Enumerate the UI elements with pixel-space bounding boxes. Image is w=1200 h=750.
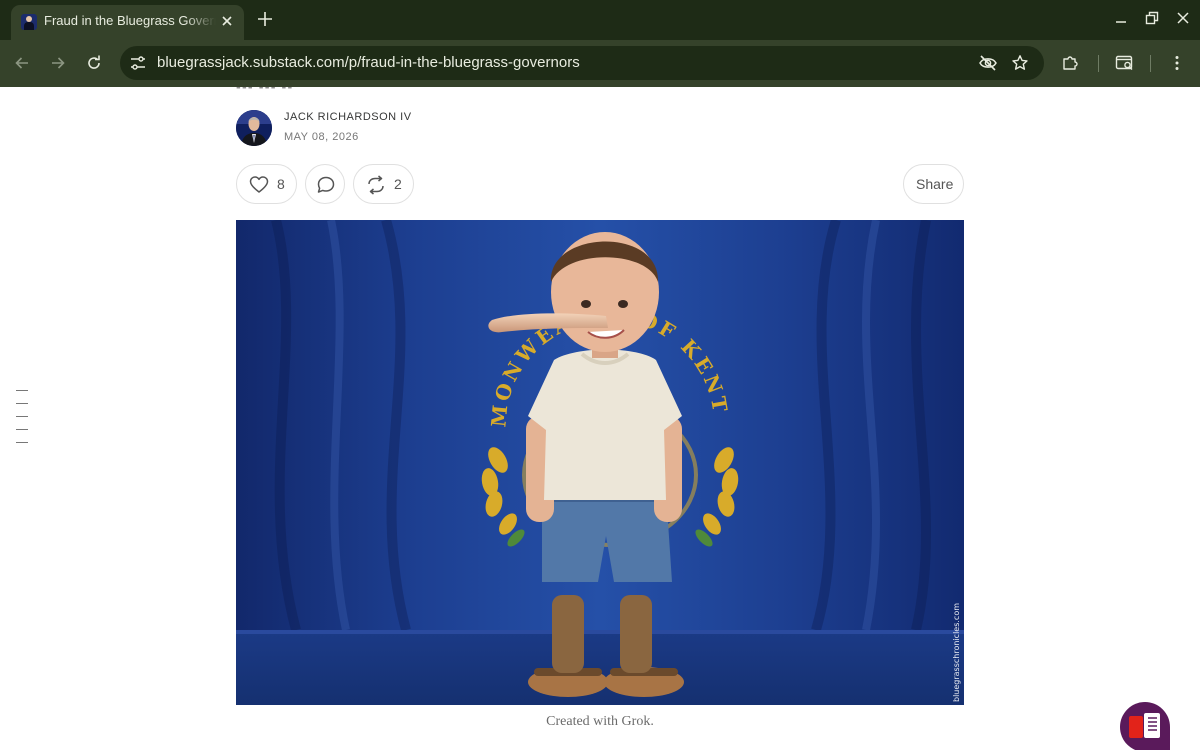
cut-off-subtitle: ▪▪▪ ▪▪▪ ▪▪ bbox=[236, 87, 293, 94]
page-content: ▪▪▪ ▪▪▪ ▪▪ JACK RICHARDSON IV MAY 08, 20… bbox=[0, 87, 1200, 750]
restore-icon[interactable] bbox=[1143, 9, 1161, 27]
share-button[interactable]: Share bbox=[903, 164, 964, 204]
reload-icon[interactable] bbox=[85, 54, 103, 72]
image-caption: Created with Grok. bbox=[546, 714, 654, 729]
share-label: Share bbox=[916, 176, 954, 192]
menu-icon[interactable] bbox=[1168, 54, 1186, 72]
tab-title: Fraud in the Bluegrass Governors bbox=[44, 13, 216, 28]
substack-reader-icon[interactable] bbox=[1120, 702, 1170, 750]
comment-icon bbox=[317, 176, 335, 193]
new-tab-icon[interactable] bbox=[255, 9, 275, 29]
favicon-icon bbox=[21, 14, 37, 30]
minimize-icon[interactable] bbox=[1112, 9, 1130, 27]
like-button[interactable]: 8 bbox=[236, 164, 297, 204]
back-icon[interactable] bbox=[13, 54, 31, 72]
tab-close-icon[interactable] bbox=[218, 12, 236, 30]
url-text[interactable]: bluegrassjack.substack.com/p/fraud-in-th… bbox=[157, 54, 580, 71]
comment-button[interactable] bbox=[305, 164, 345, 204]
extensions-icon[interactable] bbox=[1061, 54, 1079, 72]
restack-count: 2 bbox=[394, 176, 402, 192]
tab-strip: Fraud in the Bluegrass Governors bbox=[0, 0, 1200, 40]
restack-icon bbox=[368, 175, 384, 195]
post-date: MAY 08, 2026 bbox=[284, 131, 359, 143]
restack-button[interactable]: 2 bbox=[353, 164, 414, 204]
star-icon[interactable] bbox=[1011, 54, 1029, 72]
reading-mode-icon[interactable] bbox=[1115, 54, 1133, 72]
browser-tab[interactable]: Fraud in the Bluegrass Governors bbox=[11, 5, 244, 40]
heart-icon bbox=[249, 176, 269, 193]
address-bar[interactable]: bluegrassjack.substack.com/p/fraud-in-th… bbox=[120, 46, 1044, 80]
image-watermark: bluegrasschronicles.com bbox=[952, 603, 961, 702]
table-of-contents-icon[interactable] bbox=[16, 390, 28, 455]
like-count: 8 bbox=[277, 176, 285, 192]
author-name[interactable]: JACK RICHARDSON IV bbox=[284, 111, 412, 123]
toolbar-separator bbox=[1150, 55, 1151, 72]
eye-off-icon[interactable] bbox=[978, 54, 997, 72]
close-window-icon[interactable] bbox=[1174, 9, 1192, 27]
author-avatar[interactable] bbox=[236, 110, 272, 146]
site-info-icon[interactable] bbox=[129, 54, 147, 72]
browser-toolbar: bluegrassjack.substack.com/p/fraud-in-th… bbox=[0, 40, 1200, 87]
post-hero-image[interactable]: COMMONWEALTH OF KENTUCKY bbox=[223, 201, 964, 705]
toolbar-separator bbox=[1098, 55, 1099, 72]
forward-icon[interactable] bbox=[49, 54, 67, 72]
